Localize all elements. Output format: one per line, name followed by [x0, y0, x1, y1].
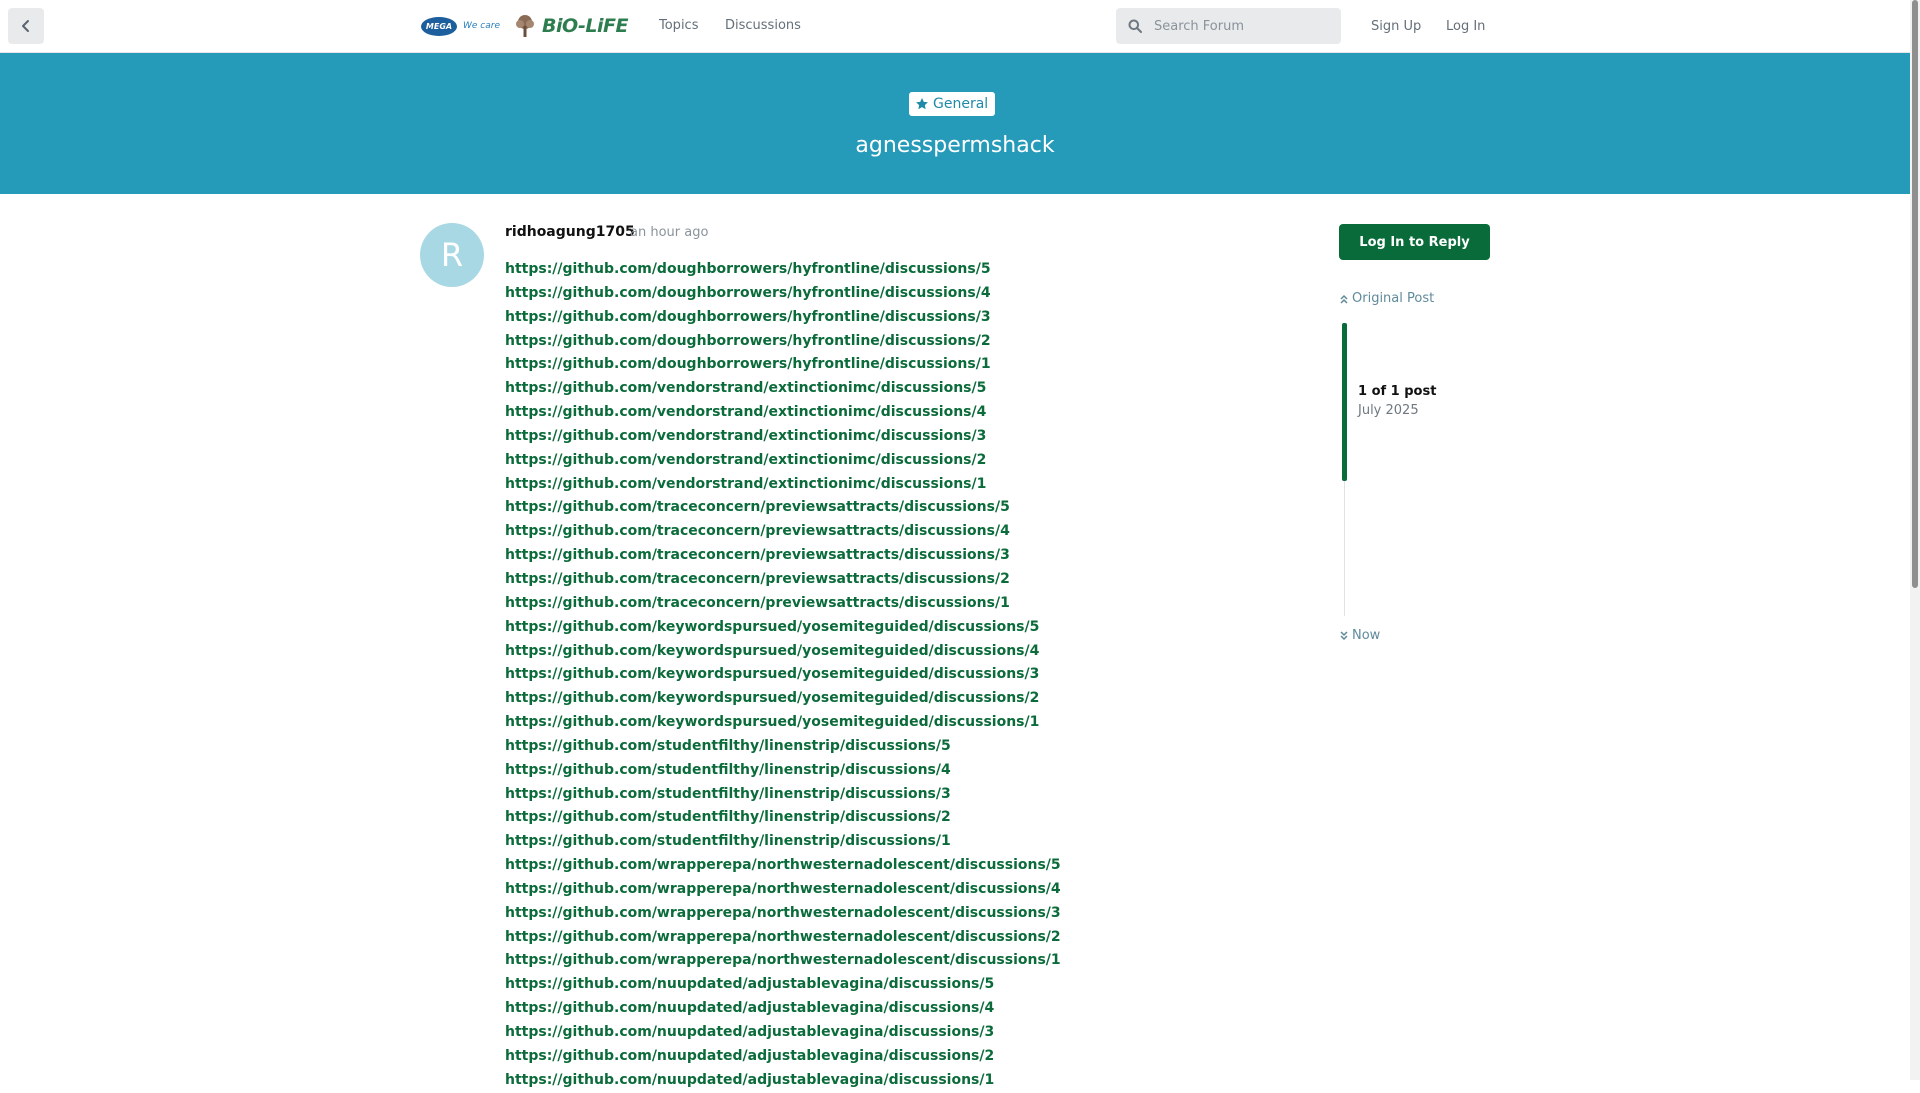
timeline-handle[interactable] — [1342, 323, 1347, 481]
discussion-hero: General agnesspermshack — [0, 53, 1910, 194]
post-link[interactable]: https://github.com/vendorstrand/extincti… — [505, 473, 1205, 497]
scrollbar-thumb[interactable] — [1912, 0, 1918, 588]
post-link[interactable]: https://github.com/traceconcern/previews… — [505, 592, 1205, 616]
post-link[interactable]: https://github.com/nuupdated/adjustablev… — [505, 1069, 1205, 1093]
post-body: https://github.com/doughborrowers/hyfron… — [505, 258, 1205, 1093]
sign-up-link[interactable]: Sign Up — [1371, 19, 1421, 34]
post-author[interactable]: ridhoagung1705 — [505, 224, 635, 240]
search-input[interactable] — [1152, 17, 1326, 35]
post-time[interactable]: an hour ago — [630, 225, 708, 240]
double-chevron-down-icon — [1340, 630, 1348, 640]
post-link[interactable]: https://github.com/nuupdated/adjustablev… — [505, 973, 1205, 997]
post-link[interactable]: https://github.com/traceconcern/previews… — [505, 568, 1205, 592]
double-chevron-up-icon — [1340, 294, 1348, 304]
post-link[interactable]: https://github.com/nuupdated/adjustablev… — [505, 1045, 1205, 1069]
post-link[interactable]: https://github.com/keywordspursued/yosem… — [505, 663, 1205, 687]
mega-logo-text: MEGA — [425, 21, 453, 31]
post-link[interactable]: https://github.com/wrapperepa/northweste… — [505, 878, 1205, 902]
post-link[interactable]: https://github.com/doughborrowers/hyfron… — [505, 282, 1205, 306]
post-link[interactable]: https://github.com/studentfilthy/linenst… — [505, 830, 1205, 854]
post-link[interactable]: https://github.com/studentfilthy/linenst… — [505, 759, 1205, 783]
post-link[interactable]: https://github.com/studentfilthy/linenst… — [505, 735, 1205, 759]
back-button[interactable] — [8, 8, 44, 44]
log-in-to-reply-button[interactable]: Log In to Reply — [1339, 224, 1490, 260]
post-link[interactable]: https://github.com/keywordspursued/yosem… — [505, 687, 1205, 711]
site-logo[interactable]: MEGA We care BiO-LiFE — [421, 13, 628, 39]
post-link[interactable]: https://github.com/doughborrowers/hyfron… — [505, 353, 1205, 377]
post-link[interactable]: https://github.com/traceconcern/previews… — [505, 520, 1205, 544]
log-in-link[interactable]: Log In — [1446, 19, 1485, 34]
tag-label: General — [933, 96, 989, 112]
brand-name: BiO-LiFE — [542, 15, 628, 37]
now-label: Now — [1352, 628, 1381, 643]
post-link[interactable]: https://github.com/doughborrowers/hyfron… — [505, 258, 1205, 282]
post-count: 1 of 1 post — [1358, 384, 1437, 399]
post-link[interactable]: https://github.com/vendorstrand/extincti… — [505, 425, 1205, 449]
post-link[interactable]: https://github.com/keywordspursued/yosem… — [505, 640, 1205, 664]
post-link[interactable]: https://github.com/doughborrowers/hyfron… — [505, 330, 1205, 354]
site-header: MEGA We care BiO-LiFE Topics Discussions… — [0, 0, 1910, 53]
tag-general[interactable]: General — [909, 92, 996, 116]
mega-logo: MEGA — [421, 16, 457, 36]
avatar[interactable]: R — [420, 223, 484, 287]
post-link[interactable]: https://github.com/studentfilthy/linenst… — [505, 783, 1205, 807]
post-link[interactable]: https://github.com/wrapperepa/northweste… — [505, 854, 1205, 878]
search-icon — [1128, 19, 1142, 33]
chevron-left-icon — [22, 20, 29, 32]
nav-topics[interactable]: Topics — [659, 18, 698, 33]
search-box[interactable] — [1116, 8, 1341, 44]
discussion-title: agnesspermshack — [855, 133, 1055, 158]
post-link[interactable]: https://github.com/keywordspursued/yosem… — [505, 616, 1205, 640]
post-date: July 2025 — [1358, 403, 1419, 418]
star-icon — [916, 98, 928, 110]
post-link[interactable]: https://github.com/wrapperepa/northweste… — [505, 902, 1205, 926]
post-link[interactable]: https://github.com/wrapperepa/northweste… — [505, 949, 1205, 973]
original-post-label: Original Post — [1352, 291, 1435, 306]
post-link[interactable]: https://github.com/doughborrowers/hyfron… — [505, 306, 1205, 330]
post-link[interactable]: https://github.com/nuupdated/adjustablev… — [505, 1021, 1205, 1045]
post-link[interactable]: https://github.com/vendorstrand/extincti… — [505, 377, 1205, 401]
post-link[interactable]: https://github.com/keywordspursued/yosem… — [505, 711, 1205, 735]
tree-icon — [516, 15, 534, 37]
mega-tagline: We care — [463, 21, 500, 31]
post-link[interactable]: https://github.com/nuupdated/adjustablev… — [505, 997, 1205, 1021]
original-post-link[interactable]: Original Post — [1339, 291, 1434, 306]
post-link[interactable]: https://github.com/vendorstrand/extincti… — [505, 449, 1205, 473]
post-link[interactable]: https://github.com/studentfilthy/linenst… — [505, 806, 1205, 830]
nav-discussions[interactable]: Discussions — [725, 18, 801, 33]
post-link[interactable]: https://github.com/wrapperepa/northweste… — [505, 926, 1205, 950]
post-link[interactable]: https://github.com/traceconcern/previews… — [505, 496, 1205, 520]
now-link[interactable]: Now — [1339, 628, 1380, 643]
post-link[interactable]: https://github.com/traceconcern/previews… — [505, 544, 1205, 568]
avatar-letter: R — [440, 236, 464, 274]
post-link[interactable]: https://github.com/vendorstrand/extincti… — [505, 401, 1205, 425]
